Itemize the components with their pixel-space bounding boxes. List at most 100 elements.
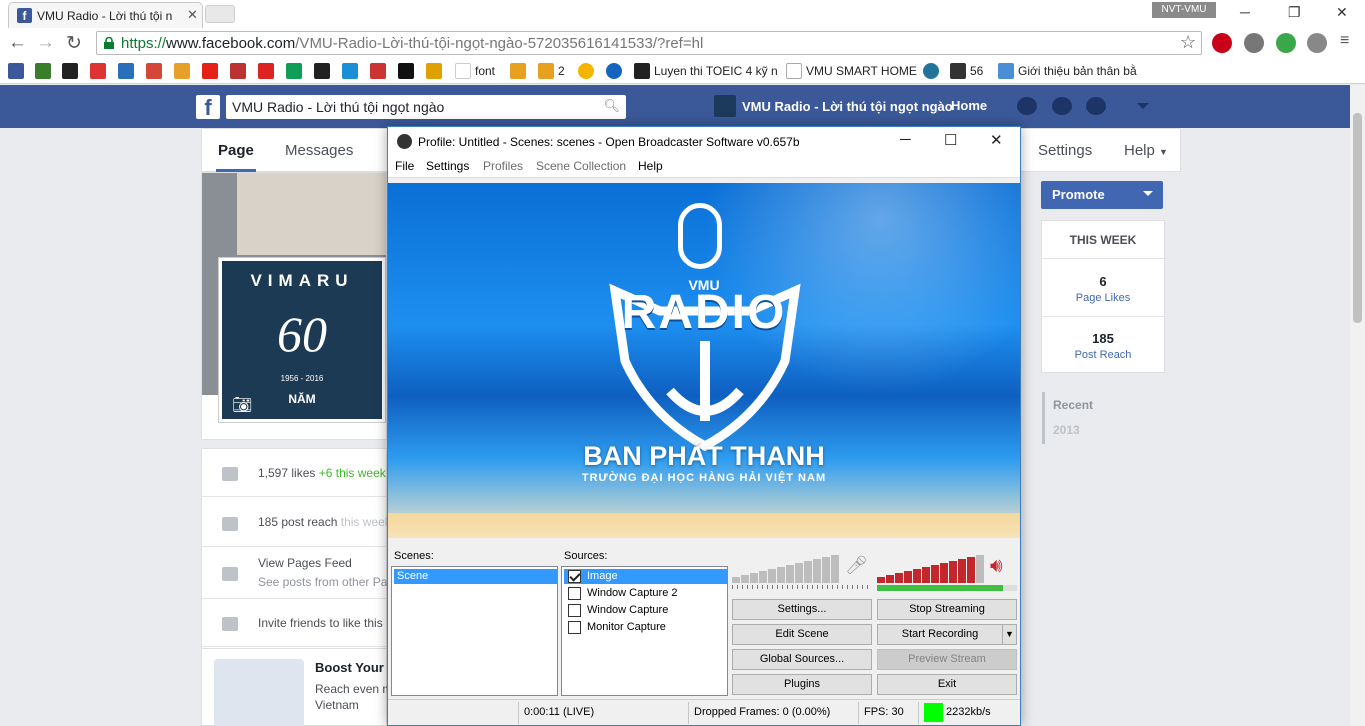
list-item[interactable]: Window Capture 2 [564, 586, 727, 601]
tab-messages[interactable]: Messages [285, 142, 353, 159]
timeline-recent[interactable]: Recent [1053, 398, 1093, 412]
bookmark-font[interactable]: font [455, 62, 495, 80]
bookmark-facebook-icon[interactable] [8, 63, 24, 79]
bookmark-icon[interactable] [398, 63, 414, 79]
bookmark-icon[interactable] [342, 63, 358, 79]
bookmark-2[interactable]: 2 [538, 62, 565, 80]
extension-heart-icon[interactable] [1307, 33, 1327, 53]
list-item[interactable]: Monitor Capture [564, 620, 727, 635]
likes-row[interactable]: 1,597 likes +6 this week [202, 449, 388, 497]
speaker-icon[interactable]: 🔊︎ [990, 555, 1003, 578]
forward-icon[interactable]: → [36, 32, 55, 54]
bookmark-icon[interactable] [230, 63, 246, 79]
menu-scene-collection[interactable]: Scene Collection [536, 159, 626, 173]
list-item[interactable]: Window Capture [564, 603, 727, 618]
profile-badge[interactable]: NVT-VMU [1152, 2, 1216, 18]
menu-settings[interactable]: Settings [426, 159, 469, 173]
notifications-globe-icon[interactable] [1086, 97, 1106, 115]
global-sources-button[interactable]: Global Sources... [732, 649, 872, 670]
new-tab-button[interactable] [205, 5, 235, 23]
bookmark-youtube-icon[interactable] [202, 63, 218, 79]
source-checkbox[interactable] [568, 621, 581, 634]
minimize-icon[interactable]: ─ [900, 131, 911, 148]
invite-row[interactable]: Invite friends to like this [202, 599, 388, 647]
minimize-icon[interactable]: ─ [1240, 4, 1250, 20]
bookmark-icon[interactable] [314, 63, 330, 79]
bookmark-icon[interactable] [370, 63, 386, 79]
list-item[interactable]: Image [564, 569, 727, 584]
bookmark-icon[interactable] [35, 63, 51, 79]
facebook-search-input[interactable]: VMU Radio - Lời thú tội ngọt ngào 🔍︎ [226, 95, 626, 119]
bookmark-vmu-smart-home[interactable]: VMU SMART HOME [786, 62, 917, 80]
adblock-icon[interactable] [1212, 33, 1232, 53]
close-window-icon[interactable]: ✕ [1336, 4, 1348, 21]
back-icon[interactable]: ← [8, 32, 27, 54]
page-shortcut[interactable]: VMU Radio - Lời thú tội ngọt ngào [714, 95, 953, 117]
bookmark-icon[interactable] [426, 63, 442, 79]
source-checkbox[interactable] [568, 570, 581, 583]
tab-help[interactable]: Help ▼ [1124, 142, 1168, 159]
menu-help[interactable]: Help [638, 159, 663, 173]
bookmark-56[interactable]: 56 [950, 62, 983, 80]
plugins-button[interactable]: Plugins [732, 674, 872, 695]
scrollbar-thumb[interactable] [1353, 113, 1362, 323]
sources-list[interactable]: Image Window Capture 2 Window Capture Mo… [561, 566, 728, 696]
maximize-icon[interactable]: ☐ [944, 131, 957, 149]
timeline-year[interactable]: 2013 [1053, 423, 1080, 437]
home-link[interactable]: Home [951, 98, 987, 113]
bookmark-chart-icon[interactable] [174, 63, 190, 79]
chevron-down-icon[interactable] [1143, 191, 1153, 196]
facebook-logo-icon[interactable]: f [196, 95, 220, 120]
edit-scene-button[interactable]: Edit Scene [732, 624, 872, 645]
microphone-icon[interactable]: 🎤︎ [845, 555, 868, 576]
browser-tab[interactable]: f VMU Radio - Lời thú tội n ✕ [8, 2, 203, 28]
exit-button[interactable]: Exit [877, 674, 1017, 695]
bookmark-icon[interactable] [118, 63, 134, 79]
tab-settings[interactable]: Settings [1038, 142, 1092, 159]
bookmark-icon[interactable] [510, 63, 526, 79]
bookmark-icon[interactable] [578, 63, 594, 79]
close-icon[interactable]: ✕ [990, 131, 1003, 149]
page-scrollbar[interactable] [1350, 85, 1365, 726]
menu-file[interactable]: File [395, 159, 414, 173]
scenes-list[interactable]: Scene [391, 566, 558, 696]
page-likes-stat[interactable]: 6 Page Likes [1042, 274, 1164, 304]
stop-streaming-button[interactable]: Stop Streaming [877, 599, 1017, 620]
source-checkbox[interactable] [568, 587, 581, 600]
menu-profiles[interactable]: Profiles [483, 159, 523, 173]
search-icon[interactable]: 🔍︎ [603, 98, 620, 114]
profile-picture[interactable]: VIMARU 60 1956 - 2016 NĂM 📷︎ [218, 257, 386, 423]
pages-feed-row[interactable]: View Pages Feed See posts from other Pa [202, 547, 388, 599]
preview-stream-button[interactable]: Preview Stream [877, 649, 1017, 670]
source-checkbox[interactable] [568, 604, 581, 617]
post-reach-stat[interactable]: 185 Post Reach [1042, 331, 1164, 361]
restore-icon[interactable]: ❐ [1288, 4, 1301, 21]
friend-requests-icon[interactable] [1017, 97, 1037, 115]
settings-button[interactable]: Settings... [732, 599, 872, 620]
camera-icon[interactable]: 📷︎ [232, 395, 252, 415]
boost-card[interactable]: Boost Your Reach even m Vietnam [201, 648, 392, 726]
extension-green-icon[interactable] [1276, 33, 1296, 53]
address-bar[interactable]: https://www.facebook.com/VMU-Radio-Lời-t… [96, 31, 1202, 55]
menu-icon[interactable]: ≡ [1340, 32, 1349, 50]
desktop-volume-meter[interactable] [877, 555, 987, 583]
reach-row[interactable]: 185 post reach this week [202, 497, 388, 547]
tab-page[interactable]: Page [218, 142, 254, 159]
bookmark-wordpress-icon[interactable] [923, 63, 939, 79]
list-item[interactable]: Scene [394, 569, 557, 584]
bookmark-icon[interactable] [62, 63, 78, 79]
mic-volume-meter[interactable] [732, 555, 842, 583]
promote-button[interactable]: Promote [1041, 181, 1163, 209]
close-tab-icon[interactable]: ✕ [187, 7, 198, 23]
messages-icon[interactable] [1052, 97, 1072, 115]
account-menu-chevron-icon[interactable] [1137, 103, 1149, 109]
obs-titlebar[interactable]: Profile: Untitled - Scenes: scenes - Ope… [388, 127, 1020, 156]
bookmark-icon[interactable] [90, 63, 106, 79]
extension-icon[interactable] [1244, 33, 1264, 53]
bookmark-drive-icon[interactable] [286, 63, 302, 79]
reload-icon[interactable]: ↻ [66, 32, 82, 55]
bookmark-icon[interactable] [258, 63, 274, 79]
bookmark-icon[interactable] [606, 63, 622, 79]
bookmark-star-icon[interactable]: ☆ [1180, 32, 1196, 53]
bookmark-gmail-icon[interactable] [146, 63, 162, 79]
